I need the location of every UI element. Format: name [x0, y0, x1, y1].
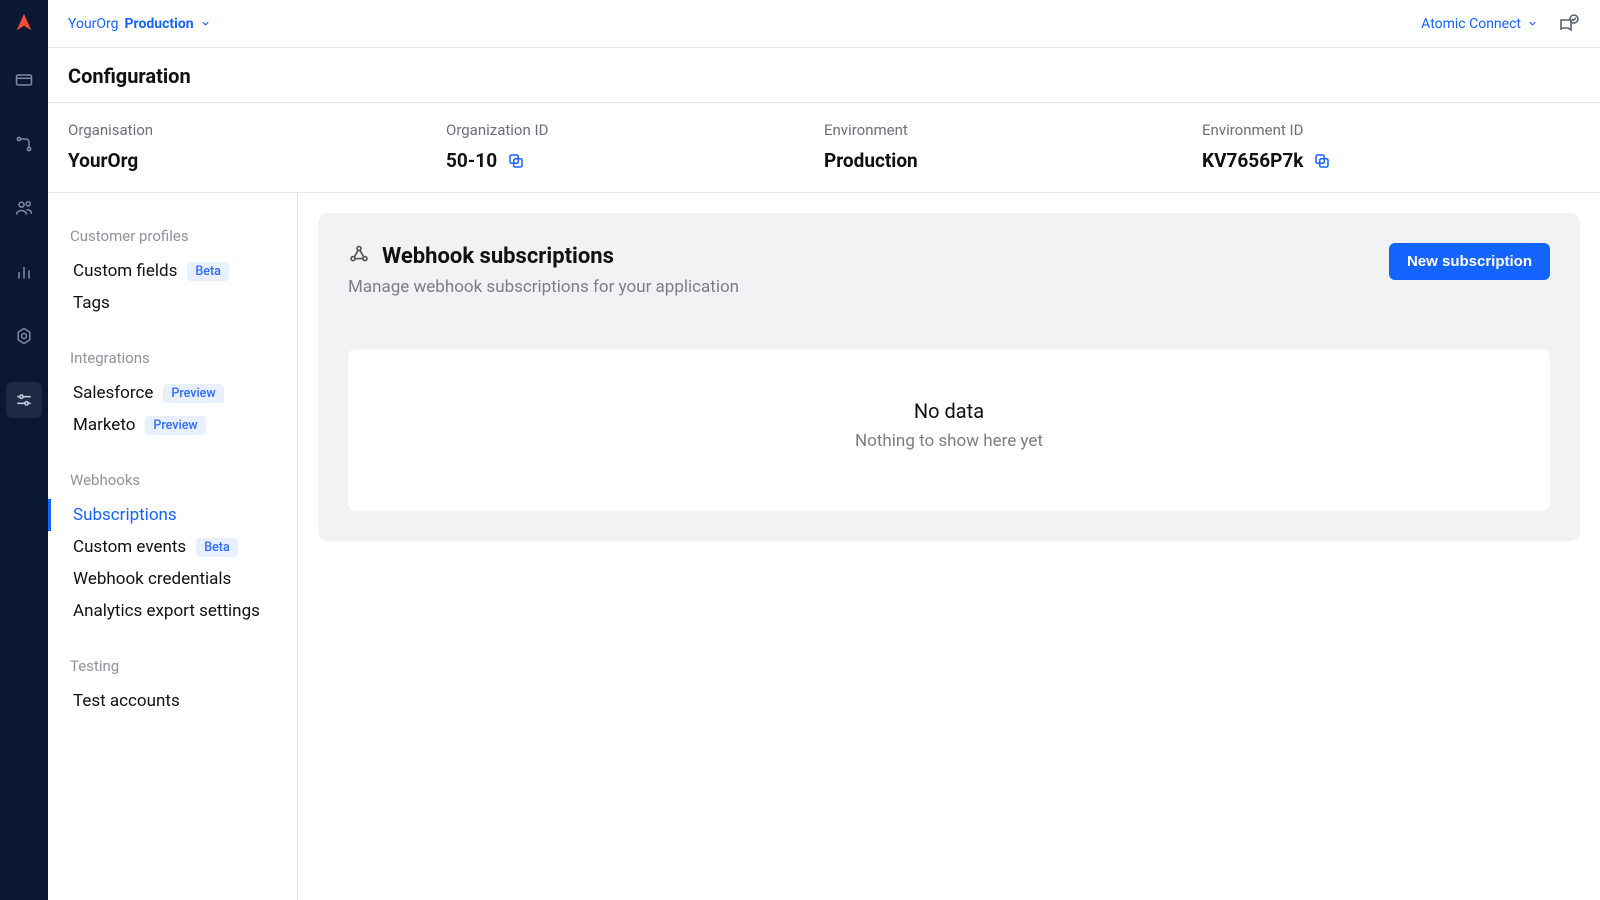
info-value-org: YourOrg [68, 149, 138, 172]
sidebar-item-analytics-export[interactable]: Analytics export settings [48, 595, 297, 627]
empty-title: No data [368, 399, 1530, 423]
info-label-org: Organisation [68, 121, 446, 139]
sidebar-item-label: Tags [73, 293, 110, 313]
rail-item-configuration[interactable] [6, 382, 42, 418]
chevron-down-icon [1527, 18, 1538, 29]
copy-icon[interactable] [1313, 152, 1331, 170]
info-strip: Organisation YourOrg Organization ID 50-… [48, 103, 1600, 193]
chevron-down-icon [200, 18, 211, 29]
empty-subtitle: Nothing to show here yet [368, 431, 1530, 451]
rail-item-cards[interactable] [6, 62, 42, 98]
new-subscription-button[interactable]: New subscription [1389, 243, 1550, 280]
info-value-env: Production [824, 149, 918, 172]
page-title: Configuration [48, 48, 1600, 103]
sidebar-item-label: Custom fields [73, 261, 177, 281]
side-head-customer-profiles: Customer profiles [48, 223, 297, 255]
webhook-icon [348, 243, 370, 269]
org-env-switcher[interactable]: YourOrg Production [68, 16, 211, 32]
badge-preview: Preview [163, 384, 223, 403]
sidebar-item-label: Custom events [73, 537, 186, 557]
sidebar-item-tags[interactable]: Tags [48, 287, 297, 319]
empty-state: No data Nothing to show here yet [348, 349, 1550, 511]
webhook-subscriptions-panel: Webhook subscriptions Manage webhook sub… [318, 213, 1580, 541]
side-head-webhooks: Webhooks [48, 467, 297, 499]
atomic-connect-label: Atomic Connect [1421, 16, 1521, 32]
sidebar-item-label: Webhook credentials [73, 569, 231, 589]
rail-item-analytics[interactable] [6, 254, 42, 290]
rail-item-customers[interactable] [6, 190, 42, 226]
sidebar-item-custom-fields[interactable]: Custom fields Beta [48, 255, 297, 287]
env-name: Production [125, 16, 194, 32]
info-value-envid: KV7656P7k [1202, 149, 1303, 172]
sidebar-item-custom-events[interactable]: Custom events Beta [48, 531, 297, 563]
panel-title: Webhook subscriptions [382, 244, 614, 269]
sidebar-item-test-accounts[interactable]: Test accounts [48, 685, 297, 717]
side-head-testing: Testing [48, 653, 297, 685]
left-rail [0, 0, 48, 900]
sidebar-item-label: Subscriptions [73, 505, 177, 525]
badge-preview: Preview [145, 416, 205, 435]
sidebar-item-salesforce[interactable]: Salesforce Preview [48, 377, 297, 409]
info-label-env: Environment [824, 121, 1202, 139]
sidebar-item-label: Test accounts [73, 691, 180, 711]
badge-beta: Beta [196, 538, 238, 557]
config-sidebar: Customer profiles Custom fields Beta Tag… [48, 193, 298, 900]
info-label-envid: Environment ID [1202, 121, 1580, 139]
changelog-icon[interactable] [1556, 12, 1580, 36]
rail-item-flows[interactable] [6, 126, 42, 162]
content: Webhook subscriptions Manage webhook sub… [298, 193, 1600, 900]
sidebar-item-marketo[interactable]: Marketo Preview [48, 409, 297, 441]
sidebar-item-subscriptions[interactable]: Subscriptions [48, 499, 297, 531]
info-value-orgid: 50-10 [446, 149, 497, 172]
info-label-orgid: Organization ID [446, 121, 824, 139]
org-name: YourOrg [68, 16, 119, 32]
sidebar-item-label: Analytics export settings [73, 601, 260, 621]
rail-item-settings[interactable] [6, 318, 42, 354]
logo-icon [13, 12, 35, 34]
sidebar-item-label: Marketo [73, 415, 135, 435]
sidebar-item-webhook-credentials[interactable]: Webhook credentials [48, 563, 297, 595]
badge-beta: Beta [187, 262, 229, 281]
copy-icon[interactable] [507, 152, 525, 170]
panel-subtitle: Manage webhook subscriptions for your ap… [348, 277, 739, 297]
sidebar-item-label: Salesforce [73, 383, 153, 403]
topbar: YourOrg Production Atomic Connect [48, 0, 1600, 48]
side-head-integrations: Integrations [48, 345, 297, 377]
atomic-connect-link[interactable]: Atomic Connect [1421, 16, 1538, 32]
